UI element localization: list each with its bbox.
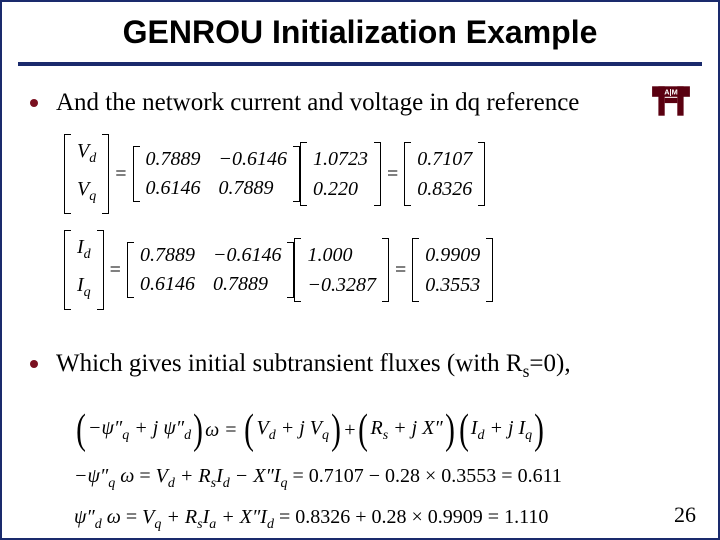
equation-flux-complex: ( −ψ″q + j ψ″d ) ω = ( Vd + j Vq ) + ( R… <box>74 409 690 451</box>
bullet-2-text: Which gives initial subtransient fluxes … <box>56 348 571 383</box>
slide-title: GENROU Initialization Example <box>2 14 718 51</box>
equation-current-dq: Id Iq = 0.7889−0.6146 0.61460.7889 1.000… <box>64 230 690 310</box>
bullet-dot-icon <box>30 99 38 107</box>
bullet-2: Which gives initial subtransient fluxes … <box>30 348 690 383</box>
equation-psi-q: −ψ″q ω = Vd + RsId − X″Iq = 0.7107 − 0.2… <box>74 465 690 492</box>
bullet-1: And the network current and voltage in d… <box>30 87 690 118</box>
equation-psi-d: ψ″d ω = Vq + RsIa + X″Id = 0.8326 + 0.28… <box>74 506 690 533</box>
equation-voltage-dq: Vd Vq = 0.7889−0.6146 0.61460.7889 1.072… <box>64 134 690 214</box>
slide-body: And the network current and voltage in d… <box>30 87 690 533</box>
title-rule <box>18 62 702 66</box>
slide: GENROU Initialization Example A|M And th… <box>0 0 720 540</box>
bullet-1-text: And the network current and voltage in d… <box>56 87 579 118</box>
bullet-dot-icon <box>30 360 38 368</box>
page-number: 26 <box>674 502 696 528</box>
